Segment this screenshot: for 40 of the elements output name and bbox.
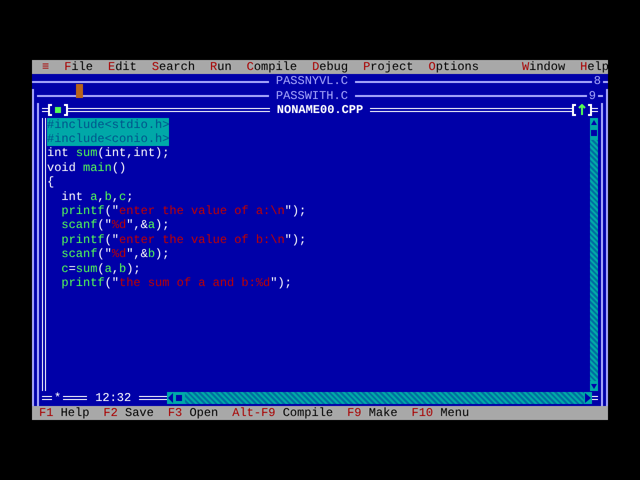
menu-item[interactable]: Run	[210, 60, 239, 74]
status-bar-shortcut[interactable]: F10 Menu	[412, 406, 470, 420]
code-line: scanf("%d",&a);	[60, 218, 170, 233]
menu-item[interactable]: Window	[522, 60, 572, 74]
menu-item[interactable]: Options	[428, 60, 486, 74]
code-line: int sum(int,int);	[47, 146, 170, 161]
code-line: printf("enter the value of b:\n");	[60, 232, 306, 248]
down-arrow-icon[interactable]	[590, 381, 598, 392]
close-button[interactable]	[48, 104, 68, 116]
window-title: NONAME00.CPP	[276, 103, 364, 118]
modified-indicator: *	[53, 391, 62, 406]
menu-item[interactable]: Edit	[108, 60, 144, 74]
code-line: printf("the sum of a and b:%d");	[60, 276, 292, 290]
menu-item[interactable]: Help	[580, 60, 616, 74]
menu-item[interactable]: Project	[363, 60, 421, 74]
status-bar-shortcut[interactable]: F2 Save	[103, 406, 154, 420]
code-line: scanf("%d",&b);	[60, 247, 170, 262]
window-number: 9	[588, 88, 597, 104]
cursor-position: 12:32	[94, 391, 132, 406]
mouse-cursor-icon	[76, 84, 83, 98]
status-bar-shortcut[interactable]: Alt-F9 Compile	[232, 406, 334, 420]
code-line: void main()	[47, 160, 126, 176]
horizontal-scrollbar[interactable]	[167, 392, 592, 404]
menu-item[interactable]: Debug	[312, 60, 356, 74]
code-line: {	[47, 175, 54, 190]
vertical-scrollbar[interactable]	[590, 118, 598, 392]
window-number: 8	[592, 74, 602, 89]
window-title[interactable]: PASSWITH.C	[268, 88, 355, 104]
menu-item[interactable]: Compile	[246, 60, 304, 74]
menu-item[interactable]: File	[64, 60, 100, 74]
right-arrow-icon[interactable]	[584, 392, 592, 404]
code-line: printf("enter the value of a:\n");	[60, 204, 306, 218]
status-bar-shortcut[interactable]: F1 Help	[39, 406, 90, 420]
zoom-button[interactable]	[572, 104, 592, 116]
code-line: int a,b,c;	[60, 190, 134, 204]
window-title[interactable]: PASSNYVL.C	[268, 74, 355, 89]
status-bar-shortcut[interactable]: F3 Open	[168, 406, 218, 420]
menu-item[interactable]: Search	[152, 60, 202, 74]
status-bar-shortcut[interactable]: F9 Make	[347, 406, 398, 420]
code-line: c=sum(a,b);	[60, 262, 141, 276]
